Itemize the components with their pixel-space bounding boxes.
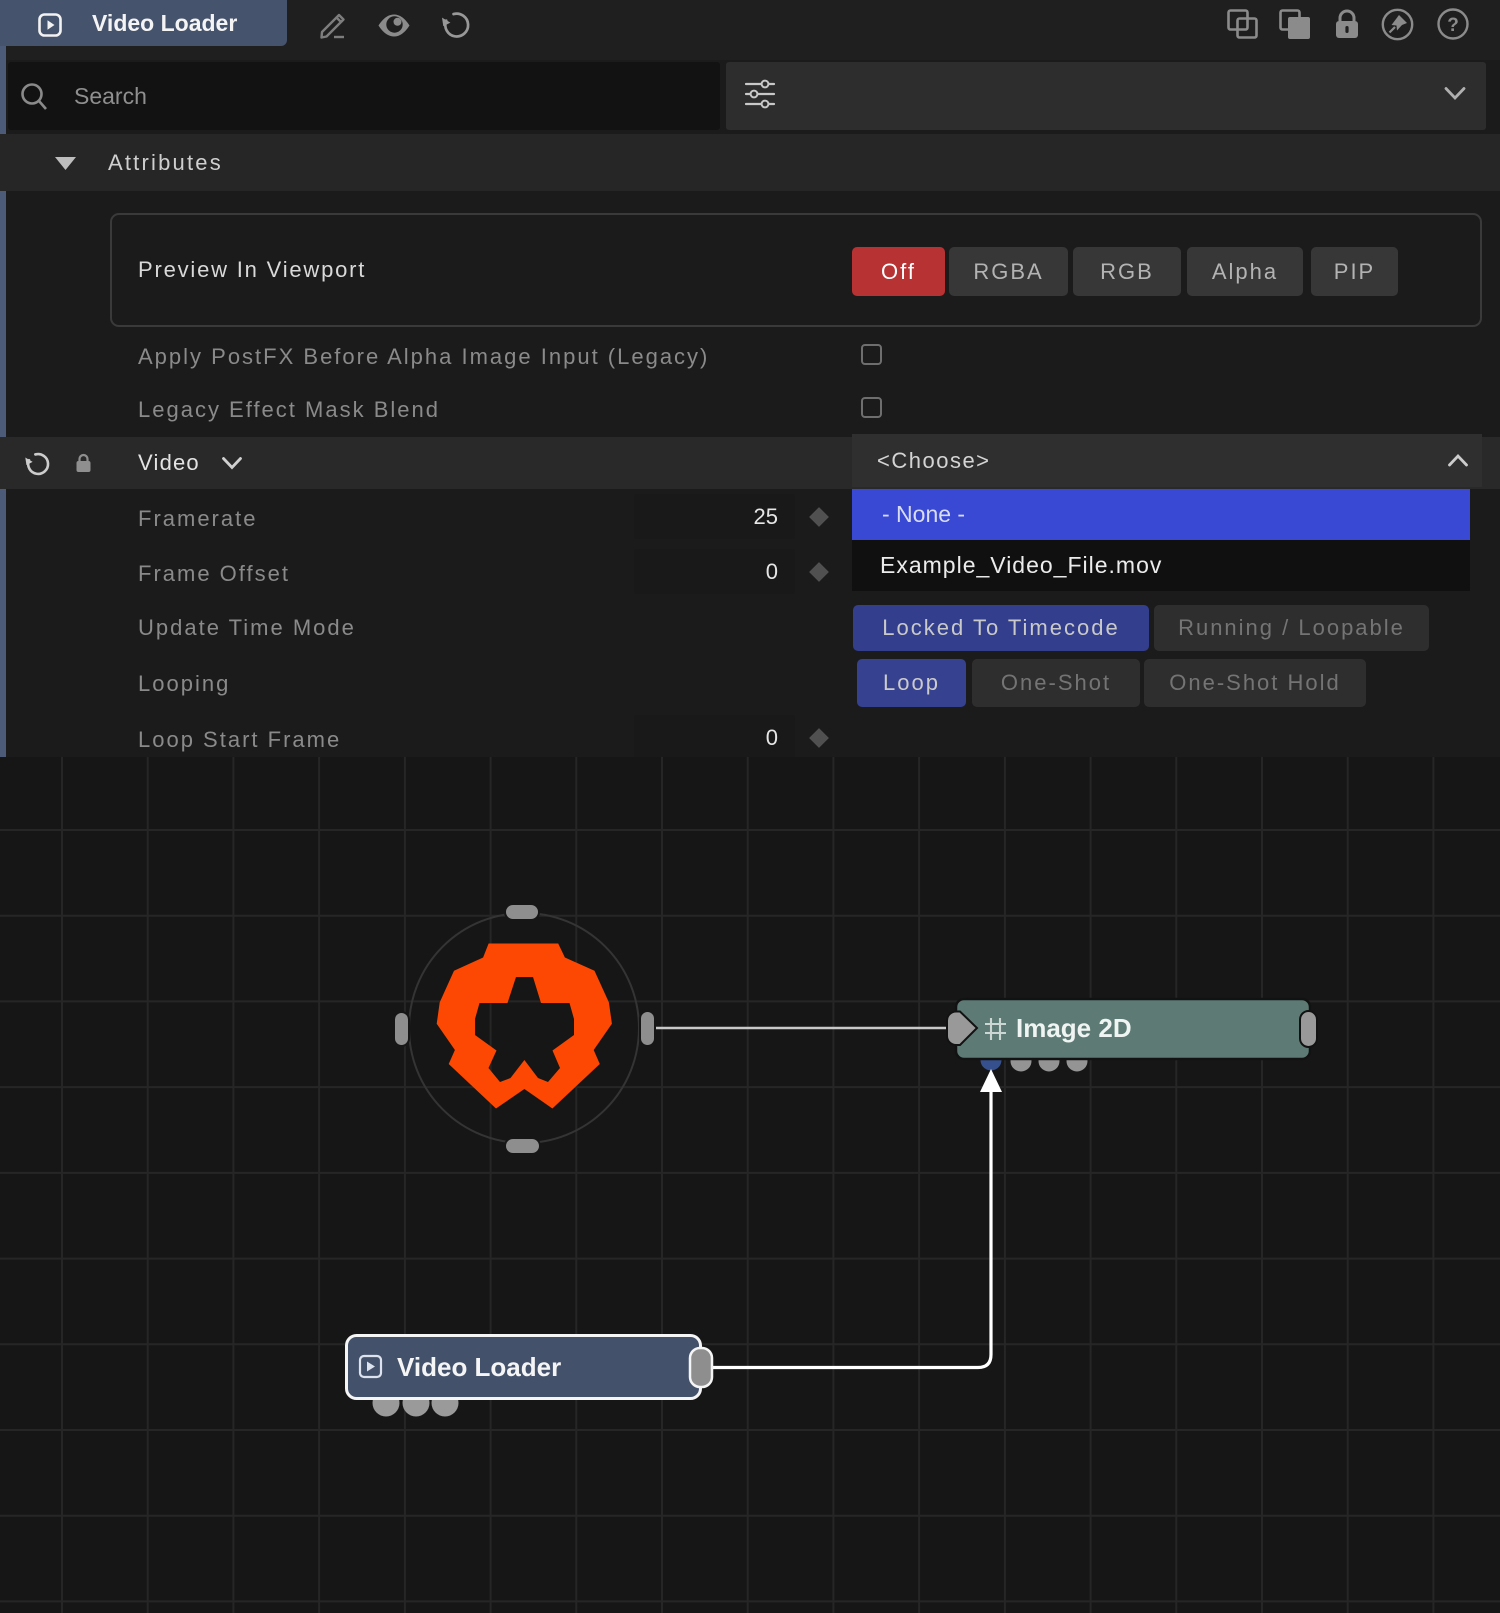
svg-text:Video Loader: Video Loader xyxy=(397,1352,561,1382)
svg-text:?: ? xyxy=(1447,15,1459,36)
svg-text:Image 2D: Image 2D xyxy=(1016,1013,1132,1043)
